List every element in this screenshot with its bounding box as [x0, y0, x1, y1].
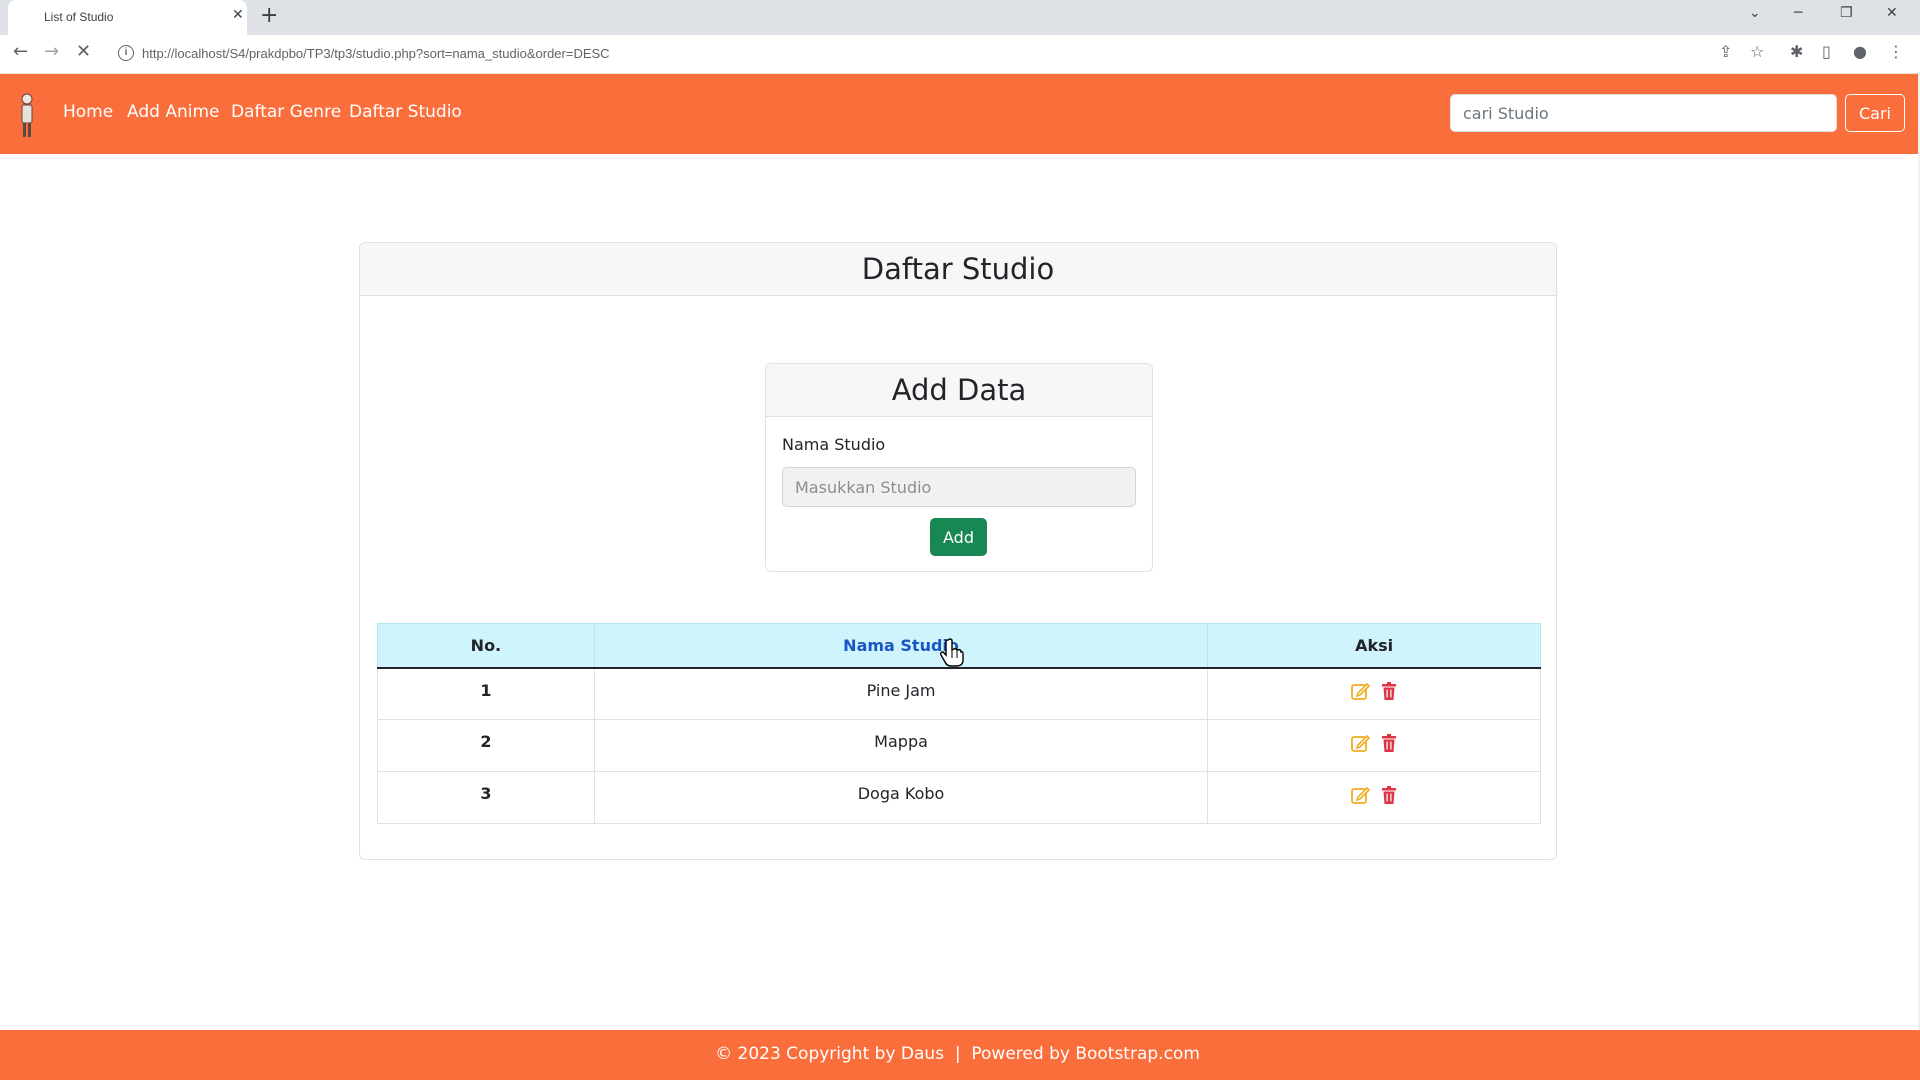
url-text[interactable]: http://localhost/S4/prakdpbo/TP3/tp3/stu… [142, 46, 610, 61]
edit-icon[interactable] [1350, 785, 1370, 805]
card-header: Daftar Studio [360, 243, 1556, 296]
address-bar[interactable]: i http://localhost/S4/prakdpbo/TP3/tp3/s… [110, 39, 1740, 69]
menu-icon[interactable]: ⋮ [1888, 44, 1904, 60]
edit-icon[interactable] [1350, 733, 1370, 753]
browser-tab[interactable]: List of Studio ✕ [8, 0, 247, 35]
navbar: Home Add Anime Daftar Genre Daftar Studi… [0, 74, 1920, 154]
add-button[interactable]: Add [930, 518, 987, 556]
browser-toolbar: ← → ✕ i http://localhost/S4/prakdpbo/TP3… [0, 35, 1920, 74]
share-icon[interactable]: ⇪ [1719, 44, 1732, 60]
bookmark-star-icon[interactable]: ☆ [1750, 44, 1764, 60]
close-window-icon[interactable]: ✕ [1886, 6, 1898, 20]
stop-loading-icon[interactable]: ✕ [76, 43, 91, 61]
footer: © 2023 Copyright by Daus | Powered by Bo… [0, 1030, 1920, 1080]
nav-link-daftar-studio[interactable]: Daftar Studio [349, 102, 462, 122]
nav-link-add-anime[interactable]: Add Anime [127, 102, 219, 122]
delete-icon[interactable] [1379, 733, 1399, 753]
nav-link-daftar-genre[interactable]: Daftar Genre [231, 102, 341, 122]
search-input[interactable] [1450, 94, 1837, 132]
table-row: 1 Pine Jam [377, 667, 1541, 720]
studio-card: Daftar Studio Add Data Nama Studio Add N… [359, 242, 1557, 860]
new-tab-icon[interactable]: + [260, 5, 278, 27]
row-number: 2 [377, 719, 595, 772]
minimize-icon[interactable]: ─ [1794, 6, 1802, 20]
studio-name-input[interactable] [782, 467, 1136, 507]
restore-icon[interactable]: ❐ [1840, 6, 1853, 20]
extensions-icon[interactable]: ✱ [1790, 44, 1803, 60]
studio-name: Mappa [593, 719, 1209, 772]
page-title: Daftar Studio [861, 252, 1055, 286]
edit-icon[interactable] [1350, 681, 1370, 701]
delete-icon[interactable] [1379, 785, 1399, 805]
column-header-no: No. [377, 623, 595, 669]
tab-close-icon[interactable]: ✕ [232, 8, 244, 22]
row-actions [1207, 771, 1541, 824]
column-header-aksi: Aksi [1207, 623, 1541, 669]
studio-name-label: Nama Studio [782, 435, 886, 454]
back-icon[interactable]: ← [13, 43, 28, 61]
forward-icon[interactable]: → [44, 43, 59, 61]
search-button[interactable]: Cari [1845, 94, 1905, 132]
add-data-form: Add Data Nama Studio Add [765, 363, 1153, 572]
nav-link-home[interactable]: Home [63, 102, 113, 122]
profile-icon[interactable]: ● [1853, 44, 1867, 60]
side-panel-icon[interactable]: ▯ [1822, 44, 1831, 60]
table-row: 3 Doga Kobo [377, 771, 1541, 824]
brand-logo-icon[interactable] [16, 92, 38, 140]
studio-name: Doga Kobo [593, 771, 1209, 824]
row-number: 1 [377, 667, 595, 720]
browser-tab-strip: List of Studio ✕ + ⌄ ─ ❐ ✕ [0, 0, 1920, 35]
column-header-nama-studio[interactable]: Nama Studio [593, 623, 1209, 669]
site-info-icon[interactable]: i [118, 45, 134, 61]
tab-search-icon[interactable]: ⌄ [1749, 6, 1761, 20]
row-number: 3 [377, 771, 595, 824]
row-actions [1207, 667, 1541, 720]
delete-icon[interactable] [1379, 681, 1399, 701]
tab-title: List of Studio [44, 10, 114, 24]
table-row: 2 Mappa [377, 719, 1541, 772]
hand-cursor-icon [940, 638, 964, 667]
form-header: Add Data [766, 364, 1152, 417]
form-title: Add Data [891, 373, 1027, 407]
footer-text: © 2023 Copyright by Daus | Powered by Bo… [715, 1044, 1200, 1064]
studio-name: Pine Jam [593, 667, 1209, 720]
row-actions [1207, 719, 1541, 772]
